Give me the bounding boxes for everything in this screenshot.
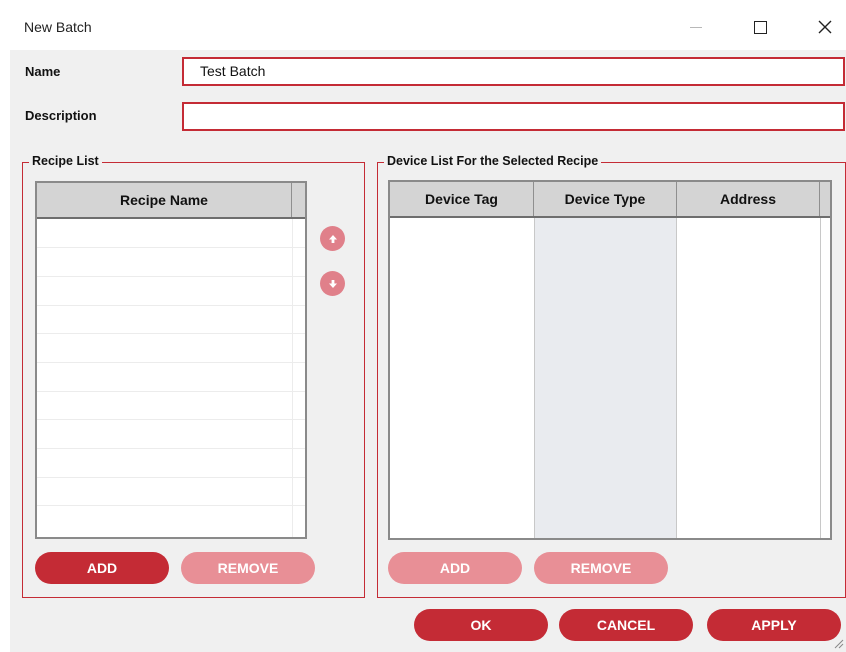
table-row (37, 276, 305, 277)
table-row (37, 362, 305, 363)
maximize-button[interactable] (740, 12, 780, 42)
device-table-header: Device Tag Device Type Address (390, 182, 830, 218)
recipe-table[interactable]: Recipe Name (35, 181, 307, 539)
header-filler (292, 183, 305, 217)
close-button[interactable] (805, 12, 845, 42)
device-list-legend: Device List For the Selected Recipe (384, 154, 602, 168)
name-label: Name (25, 64, 61, 79)
minimize-button[interactable] (676, 12, 716, 42)
recipe-remove-button[interactable]: REMOVE (181, 552, 315, 584)
description-label: Description (25, 108, 97, 123)
header-filler (820, 182, 830, 216)
dialog-body: Name Test Batch Description Recipe List … (10, 50, 846, 652)
recipe-list-legend: Recipe List (29, 154, 102, 168)
recipe-list-group: Recipe List Recipe Name ADD REMOVE (22, 154, 365, 598)
table-row (37, 419, 305, 420)
window-title: New Batch (24, 19, 92, 35)
recipe-table-header: Recipe Name (37, 183, 305, 219)
column-divider (292, 219, 293, 537)
move-down-button[interactable] (320, 271, 345, 296)
table-row (37, 505, 305, 506)
table-row (37, 391, 305, 392)
column-header-device-type[interactable]: Device Type (534, 182, 677, 216)
device-add-button[interactable]: ADD (388, 552, 522, 584)
arrow-up-icon (328, 234, 337, 243)
name-field[interactable]: Test Batch (182, 57, 845, 86)
close-icon (818, 20, 832, 34)
device-type-column (534, 218, 677, 538)
table-row (37, 333, 305, 334)
maximize-icon (753, 20, 767, 34)
move-up-button[interactable] (320, 226, 345, 251)
title-bar: New Batch (0, 0, 846, 50)
cancel-button[interactable]: CANCEL (559, 609, 693, 641)
table-row (37, 247, 305, 248)
recipe-add-button[interactable]: ADD (35, 552, 169, 584)
column-header-recipe-name[interactable]: Recipe Name (37, 183, 292, 217)
device-list-group: Device List For the Selected Recipe Devi… (377, 154, 846, 598)
description-field[interactable] (182, 102, 845, 131)
apply-button[interactable]: APPLY (707, 609, 841, 641)
table-row (37, 448, 305, 449)
arrow-down-icon (328, 279, 337, 288)
ok-button[interactable]: OK (414, 609, 548, 641)
table-row (37, 305, 305, 306)
resize-grip-icon[interactable] (833, 638, 844, 649)
column-header-device-tag[interactable]: Device Tag (390, 182, 534, 216)
device-remove-button[interactable]: REMOVE (534, 552, 668, 584)
column-divider (820, 218, 821, 538)
minimize-icon (690, 26, 702, 28)
table-row (37, 477, 305, 478)
column-header-address[interactable]: Address (677, 182, 820, 216)
device-table[interactable]: Device Tag Device Type Address (388, 180, 832, 540)
